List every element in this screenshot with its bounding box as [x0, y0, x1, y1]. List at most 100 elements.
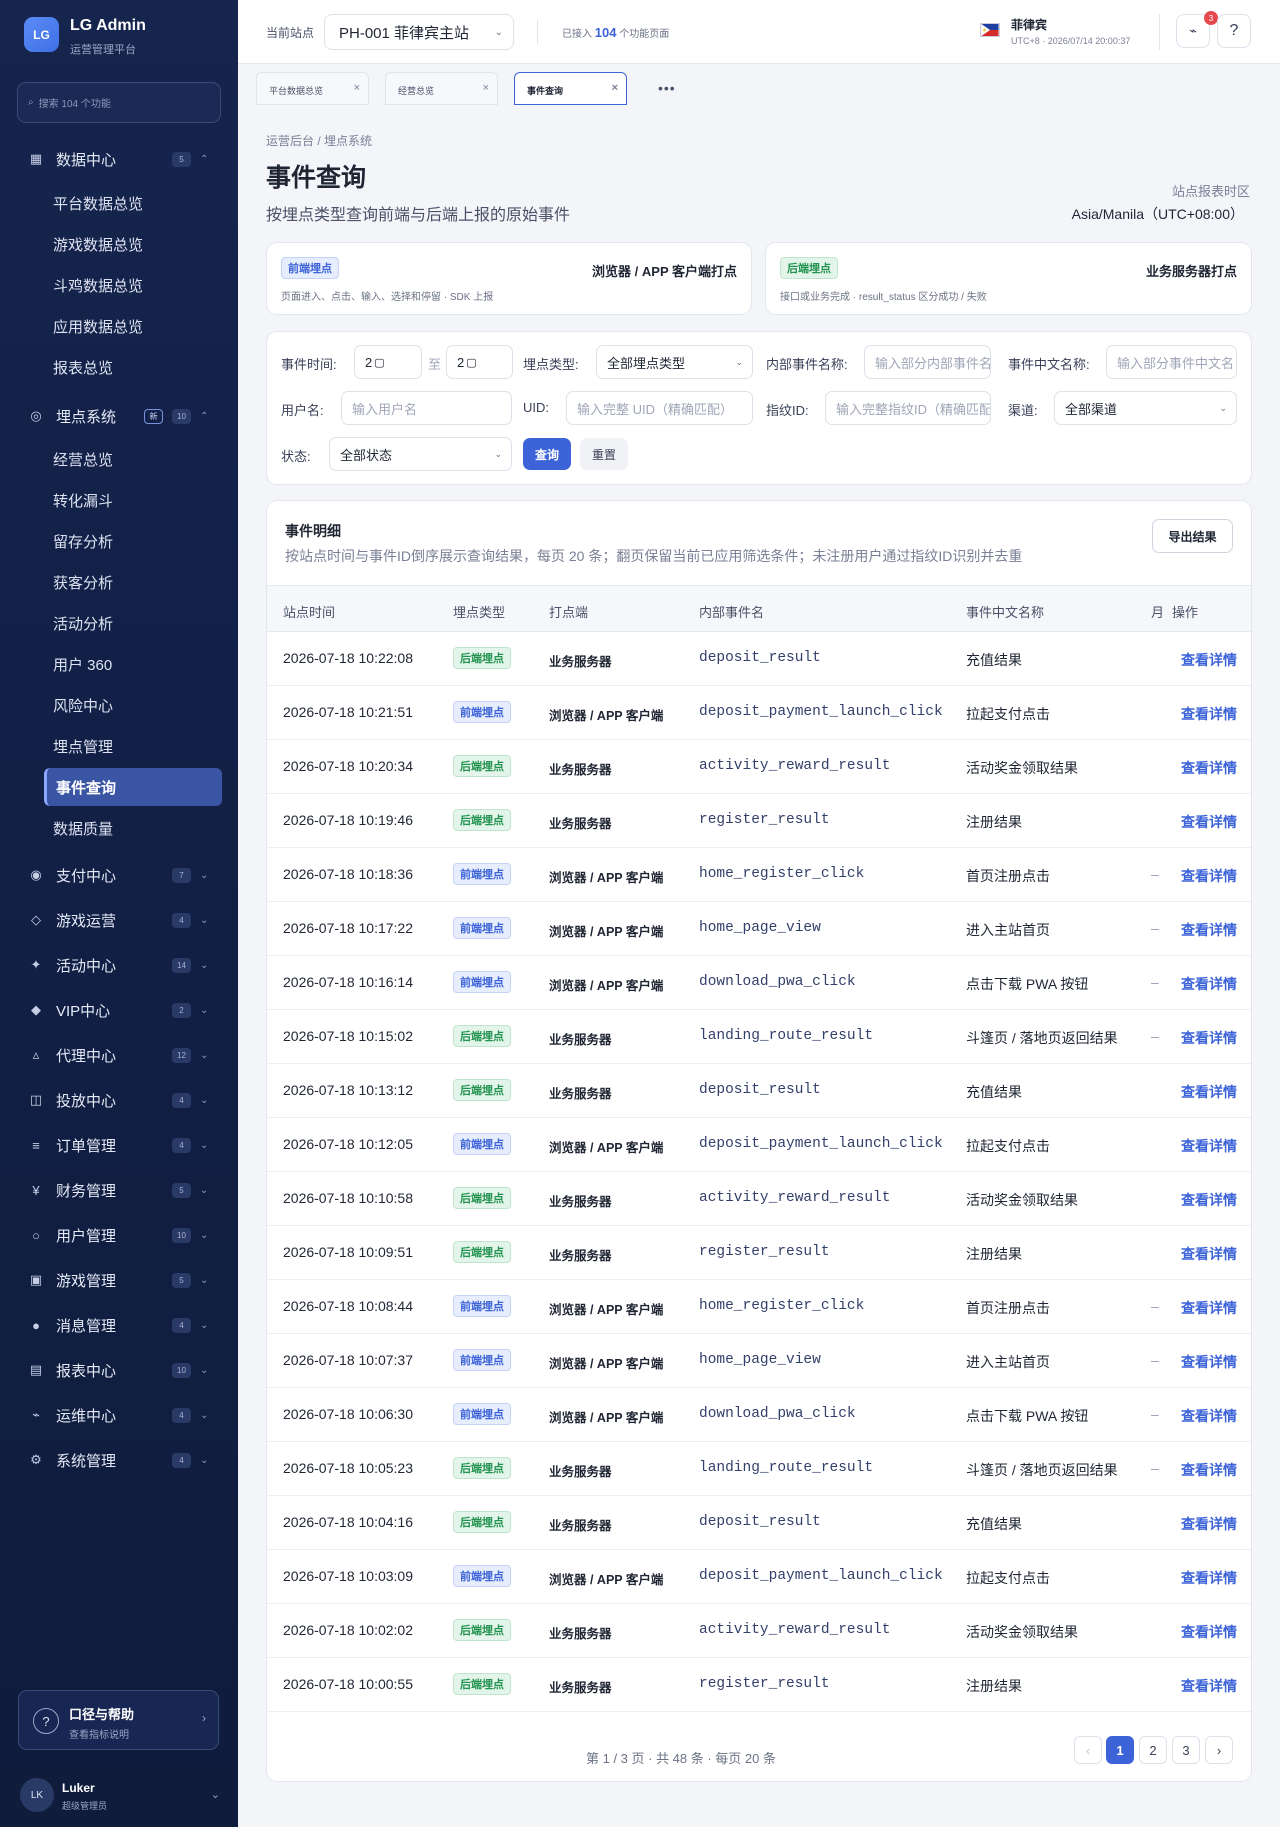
- view-detail-link[interactable]: 查看详情: [1181, 812, 1237, 832]
- view-detail-link[interactable]: 查看详情: [1181, 1676, 1237, 1696]
- tab-2[interactable]: 经营总览 ×: [385, 72, 498, 105]
- sidebar-group-item[interactable]: ▵ 代理中心 12 ⌄: [0, 1035, 238, 1075]
- sidebar-group-item[interactable]: ▦ 数据中心 5 ⌃: [0, 139, 238, 179]
- page-button[interactable]: 3: [1172, 1736, 1200, 1764]
- view-detail-link[interactable]: 查看详情: [1181, 1244, 1237, 1264]
- help-button[interactable]: ?: [1217, 14, 1251, 48]
- sidebar-group-item[interactable]: ▣ 游戏管理 5 ⌄: [0, 1260, 238, 1300]
- time-from-input[interactable]: 2 ▢: [354, 345, 422, 379]
- view-detail-link[interactable]: 查看详情: [1181, 1352, 1237, 1372]
- view-detail-link[interactable]: 查看详情: [1181, 1514, 1237, 1534]
- help-card[interactable]: ? 口径与帮助 查看指标说明 ›: [18, 1690, 219, 1750]
- cell-cn-name: 活动奖金领取结果: [966, 1192, 1078, 1208]
- table-row: 2026-07-18 10:04:16 后端埋点 业务服务器 deposit_resu…: [267, 1496, 1251, 1550]
- sidebar-subitem[interactable]: 埋点管理: [44, 727, 222, 765]
- type-select[interactable]: 全部埋点类型 ⌄: [596, 345, 753, 379]
- sidebar-subitem[interactable]: 经营总览: [44, 440, 222, 478]
- fingerprint-input[interactable]: 输入完整指纹ID（精确匹配）: [825, 391, 991, 425]
- view-detail-link[interactable]: 查看详情: [1181, 758, 1237, 778]
- sidebar-subitem[interactable]: 留存分析: [44, 522, 222, 560]
- sidebar-group-item[interactable]: ⌁ 运维中心 4 ⌄: [0, 1395, 238, 1435]
- cell-type: 后端埋点: [453, 1079, 511, 1101]
- sidebar-group-item[interactable]: ◆ VIP中心 2 ⌄: [0, 990, 238, 1030]
- sidebar-group-item[interactable]: ○ 用户管理 10 ⌄: [0, 1215, 238, 1255]
- sidebar-subitem[interactable]: 斗鸡数据总览: [44, 266, 222, 304]
- page-button[interactable]: 1: [1106, 1736, 1134, 1764]
- sidebar-group-item[interactable]: ◇ 游戏运营 4 ⌄: [0, 900, 238, 940]
- tab-3[interactable]: 事件查询 ×: [514, 72, 627, 105]
- sidebar-subitem[interactable]: 事件查询: [44, 768, 222, 806]
- view-detail-link[interactable]: 查看详情: [1181, 1568, 1237, 1588]
- view-detail-link[interactable]: 查看详情: [1181, 920, 1237, 940]
- cell-cn-name: 进入主站首页: [966, 922, 1050, 938]
- cell-source: 业务服务器: [549, 1519, 612, 1533]
- tab-1[interactable]: 平台数据总览 ×: [256, 72, 369, 105]
- view-detail-link[interactable]: 查看详情: [1181, 1406, 1237, 1426]
- cell-event: deposit_payment_launch_click: [699, 1136, 943, 1152]
- view-detail-link[interactable]: 查看详情: [1181, 1622, 1237, 1642]
- view-detail-link[interactable]: 查看详情: [1181, 650, 1237, 670]
- table-row: 2026-07-18 10:15:02 后端埋点 业务服务器 landing_rout…: [267, 1010, 1251, 1064]
- sidebar-group-item[interactable]: ◉ 支付中心 7 ⌄: [0, 855, 238, 895]
- close-icon[interactable]: ×: [483, 82, 489, 94]
- inner-event-input[interactable]: 输入部分内部事件名: [864, 345, 991, 379]
- sidebar-group-item[interactable]: ⚙ 系统管理 4 ⌄: [0, 1440, 238, 1480]
- site-select[interactable]: PH-001 菲律宾主站 ⌄: [324, 14, 514, 50]
- sidebar-subitem[interactable]: 获客分析: [44, 563, 222, 601]
- status-select[interactable]: 全部状态 ⌄: [329, 437, 512, 471]
- sidebar-group-item[interactable]: ◎ 埋点系统 新 10 ⌃: [0, 396, 238, 436]
- cn-event-input[interactable]: 输入部分事件中文名: [1106, 345, 1237, 379]
- table-row: 2026-07-18 10:17:22 前端埋点 浏览器 / APP 客户端 home…: [267, 902, 1251, 956]
- table-row: 2026-07-18 10:18:36 前端埋点 浏览器 / APP 客户端 home…: [267, 848, 1251, 902]
- sidebar-subitem[interactable]: 游戏数据总览: [44, 225, 222, 263]
- view-detail-link[interactable]: 查看详情: [1181, 974, 1237, 994]
- view-detail-link[interactable]: 查看详情: [1181, 1298, 1237, 1318]
- backend-card-title: 业务服务器打点: [1145, 264, 1237, 279]
- sidebar-subitem[interactable]: 风险中心: [44, 686, 222, 724]
- uid-input[interactable]: 输入完整 UID（精确匹配）: [566, 391, 753, 425]
- next-page-button[interactable]: ›: [1205, 1736, 1233, 1764]
- sidebar-group-item[interactable]: ✦ 活动中心 14 ⌄: [0, 945, 238, 985]
- user-profile[interactable]: LK Luker 超级管理员 ⌄: [20, 1778, 220, 1814]
- sidebar-subitem[interactable]: 应用数据总览: [44, 307, 222, 345]
- chevron-down-icon: ⌄: [200, 1454, 209, 1466]
- export-button[interactable]: 导出结果: [1152, 519, 1233, 553]
- view-detail-link[interactable]: 查看详情: [1181, 866, 1237, 886]
- table-row: 2026-07-18 10:21:51 前端埋点 浏览器 / APP 客户端 depo…: [267, 686, 1251, 740]
- sidebar-group-item[interactable]: ▤ 报表中心 10 ⌄: [0, 1350, 238, 1390]
- column-header: 操作: [1172, 605, 1199, 620]
- view-detail-link[interactable]: 查看详情: [1181, 1082, 1237, 1102]
- sidebar-subitem[interactable]: 转化漏斗: [44, 481, 222, 519]
- more-tabs-icon[interactable]: •••: [658, 80, 676, 96]
- brand-subtitle: 运营管理平台: [70, 44, 136, 56]
- tracking-type-tag: 前端埋点: [453, 1403, 511, 1425]
- sidebar-group-item[interactable]: ≡ 订单管理 4 ⌄: [0, 1125, 238, 1165]
- sidebar-subitem[interactable]: 平台数据总览: [44, 184, 222, 222]
- username-input[interactable]: 输入用户名: [341, 391, 512, 425]
- prev-page-button[interactable]: ‹: [1074, 1736, 1102, 1764]
- cell-time: 2026-07-18 10:12:05: [283, 1136, 413, 1152]
- reset-button[interactable]: 重置: [580, 438, 628, 470]
- view-detail-link[interactable]: 查看详情: [1181, 1460, 1237, 1480]
- sidebar-group-item[interactable]: ● 消息管理 4 ⌄: [0, 1305, 238, 1345]
- sidebar-group-item[interactable]: ◫ 投放中心 4 ⌄: [0, 1080, 238, 1120]
- sidebar-subitem[interactable]: 报表总览: [44, 348, 222, 386]
- page-button[interactable]: 2: [1139, 1736, 1167, 1764]
- query-button[interactable]: 查询: [523, 438, 571, 470]
- sidebar-subitem[interactable]: 用户 360: [44, 645, 222, 683]
- sidebar-group-item[interactable]: ¥ 财务管理 5 ⌄: [0, 1170, 238, 1210]
- sidebar-subitem[interactable]: 活动分析: [44, 604, 222, 642]
- view-detail-link[interactable]: 查看详情: [1181, 1136, 1237, 1156]
- cell-source: 业务服务器: [549, 817, 612, 831]
- close-icon[interactable]: ×: [612, 82, 618, 94]
- close-icon[interactable]: ×: [354, 82, 360, 94]
- cell-event: register_result: [699, 1676, 830, 1692]
- view-detail-link[interactable]: 查看详情: [1181, 1028, 1237, 1048]
- cell-event: register_result: [699, 812, 830, 828]
- sidebar-subitem[interactable]: 数据质量: [44, 809, 222, 847]
- sidebar-search-input[interactable]: ⌕ 搜索 104 个功能: [17, 82, 221, 123]
- time-to-input[interactable]: 2 ▢: [446, 345, 513, 379]
- channel-select[interactable]: 全部渠道 ⌄: [1054, 391, 1237, 425]
- view-detail-link[interactable]: 查看详情: [1181, 704, 1237, 724]
- view-detail-link[interactable]: 查看详情: [1181, 1190, 1237, 1210]
